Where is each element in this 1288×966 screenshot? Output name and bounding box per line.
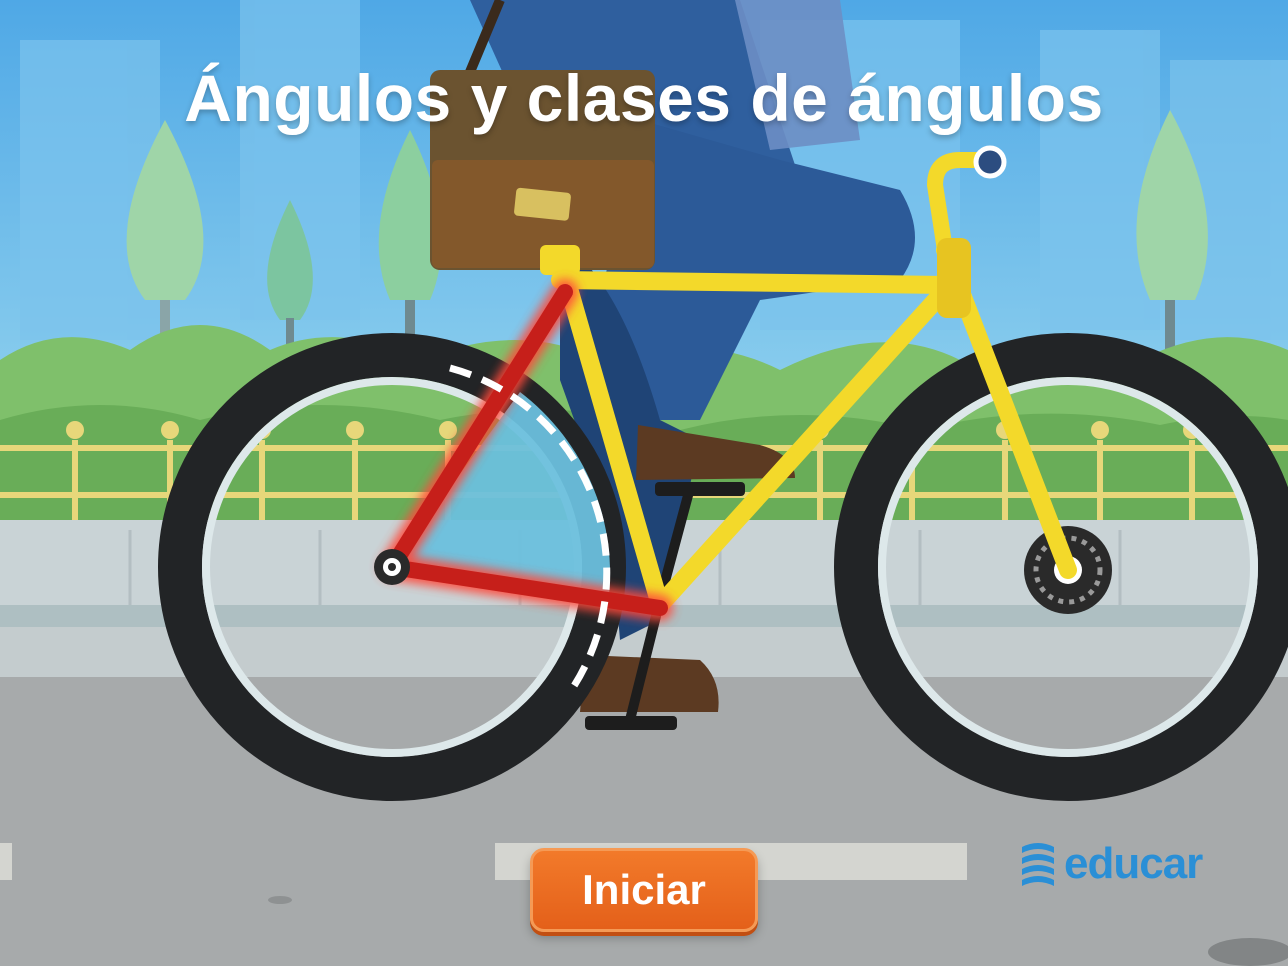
rear-hub [374,549,410,585]
brand-logo: educar [1018,839,1203,888]
educar-logo-icon [1022,843,1054,886]
bicycle-scene [0,0,1288,966]
handlebar-end [973,145,1007,179]
logo-text: educar [1064,839,1203,888]
start-button[interactable]: Iniciar [530,848,758,932]
page-title: Ángulos y clases de ángulos [184,61,1104,135]
